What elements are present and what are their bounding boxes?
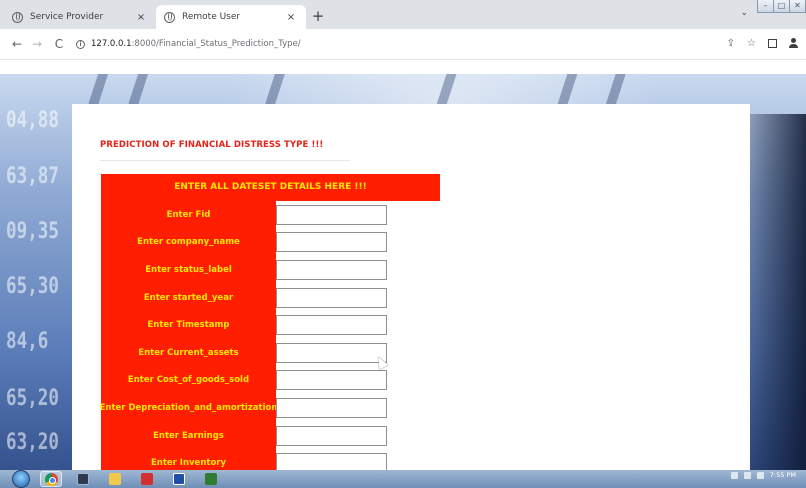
- banner-number: 65,20: [6, 386, 59, 411]
- share-icon[interactable]: ⇪: [727, 38, 735, 49]
- url-host: 127.0.0.1: [91, 39, 132, 49]
- start-button[interactable]: [12, 470, 30, 488]
- tab-title: Remote User: [182, 12, 241, 22]
- cost-of-goods-sold-input[interactable]: [276, 370, 387, 390]
- spreadsheet-icon: [205, 473, 217, 485]
- status-label-input[interactable]: [276, 260, 387, 280]
- banner-number: 04,88: [6, 108, 59, 133]
- browser-toolbar: ← → C i 127.0.0.1:8000/Financial_Status_…: [0, 29, 806, 60]
- network-icon[interactable]: [730, 471, 738, 479]
- forward-arrow-icon[interactable]: →: [28, 37, 46, 51]
- tab-remote-user[interactable]: Remote User ×: [156, 5, 306, 29]
- minimize-button[interactable]: –: [757, 0, 774, 13]
- tab-list-chevron-icon[interactable]: ⌄: [740, 8, 748, 18]
- background-dark-edge: [746, 114, 806, 470]
- chrome-icon: [44, 472, 58, 486]
- clock[interactable]: 7:55 PM: [770, 471, 796, 479]
- depreciation-input[interactable]: [276, 398, 387, 418]
- maximize-button[interactable]: □: [773, 0, 790, 13]
- field-label: Enter Fid: [166, 209, 211, 220]
- terminal-icon: [77, 473, 89, 485]
- globe-icon: [164, 11, 175, 23]
- page-title: PREDICTION OF FINANCIAL DISTRESS TYPE !!…: [100, 140, 324, 150]
- system-tray: 7:55 PM: [730, 471, 796, 479]
- field-label: Enter Current_assets: [138, 347, 239, 358]
- field-label: Enter Inventory: [150, 458, 227, 469]
- field-label: Enter company_name: [137, 237, 240, 248]
- python-icon: [173, 473, 185, 485]
- close-tab-icon[interactable]: ×: [284, 12, 298, 23]
- field-label: Enter Timestamp: [147, 320, 230, 331]
- tab-service-provider[interactable]: Service Provider ×: [4, 5, 156, 29]
- current-assets-input[interactable]: [276, 343, 387, 363]
- toolbar-actions: ⇪ ☆: [727, 38, 798, 49]
- browser-tab-strip: Service Provider × Remote User × + ⌄ – □…: [0, 0, 806, 29]
- site-info-icon[interactable]: i: [76, 39, 85, 49]
- profile-icon[interactable]: [789, 38, 798, 48]
- os-taskbar: 7:55 PM: [0, 470, 806, 488]
- taskbar-terminal[interactable]: [72, 471, 94, 487]
- taskbar-spreadsheet[interactable]: [200, 471, 222, 487]
- bookmark-star-icon[interactable]: ☆: [747, 38, 756, 49]
- banner-number: 09,35: [6, 219, 59, 244]
- field-label: Enter Earnings: [153, 430, 224, 441]
- inventory-input[interactable]: [276, 453, 387, 470]
- field-label: Enter Cost_of_goods_sold: [127, 375, 250, 386]
- pdf-icon: [141, 473, 153, 485]
- close-window-button[interactable]: ✕: [789, 0, 806, 13]
- divider: [100, 160, 350, 161]
- chart-stripe: [265, 74, 285, 104]
- fid-input[interactable]: [276, 205, 387, 225]
- sidepanel-icon[interactable]: [768, 39, 777, 48]
- taskbar-folder[interactable]: [104, 471, 126, 487]
- banner-number: 63,87: [6, 164, 59, 189]
- label-column: Enter Fid Enter company_name Enter statu…: [99, 201, 278, 470]
- tab-title: Service Provider: [30, 12, 104, 22]
- taskbar-python[interactable]: [168, 471, 190, 487]
- timestamp-input[interactable]: [276, 315, 387, 335]
- volume-icon[interactable]: [743, 471, 751, 479]
- globe-icon: [12, 11, 23, 23]
- form-header: ENTER ALL DATESET DETAILS HERE !!!: [101, 174, 440, 201]
- close-tab-icon[interactable]: ×: [134, 12, 148, 23]
- address-bar[interactable]: i 127.0.0.1:8000/Financial_Status_Predic…: [76, 39, 301, 49]
- folder-icon: [109, 473, 121, 485]
- window-controls: ⌄ – □ ✕: [740, 0, 806, 22]
- company-name-input[interactable]: [276, 232, 387, 252]
- field-label: Enter started_year: [143, 292, 234, 303]
- banner-number: 63,20: [6, 430, 59, 455]
- page-viewport: 04,88 63,87 09,35 65,30 84,6 65,20 63,20…: [0, 60, 806, 470]
- taskbar-chrome[interactable]: [40, 471, 62, 487]
- taskbar-pdf[interactable]: [136, 471, 158, 487]
- banner-number: 84,6: [6, 329, 49, 354]
- url-path: :8000/Financial_Status_Prediction_Type/: [131, 39, 301, 49]
- field-label: Enter Depreciation_and_amortization: [99, 402, 278, 413]
- back-arrow-icon[interactable]: ←: [8, 37, 26, 51]
- form-card: PREDICTION OF FINANCIAL DISTRESS TYPE !!…: [72, 104, 750, 470]
- new-tab-button[interactable]: +: [310, 7, 326, 25]
- banner-number: 65,30: [6, 274, 59, 299]
- started-year-input[interactable]: [276, 288, 387, 308]
- field-label: Enter status_label: [145, 264, 232, 275]
- earnings-input[interactable]: [276, 426, 387, 446]
- reload-icon[interactable]: C: [50, 37, 68, 51]
- flag-icon[interactable]: [756, 471, 764, 479]
